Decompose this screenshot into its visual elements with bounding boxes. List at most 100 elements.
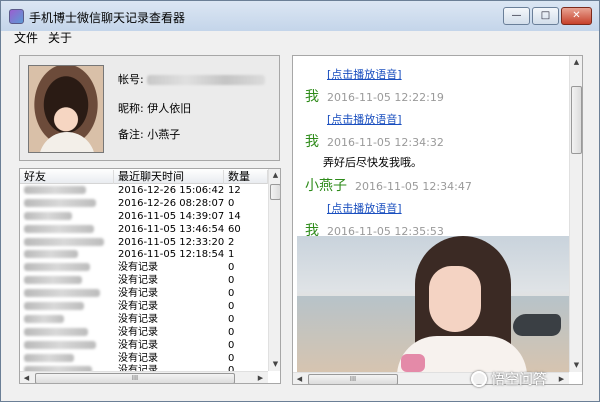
friend-last-time: 没有记录 [118, 262, 158, 274]
friend-name-redacted [24, 288, 110, 301]
friend-row[interactable]: 2016-11-05 12:33:20 2 [20, 237, 268, 250]
friend-message-count: 1 [228, 249, 235, 261]
friend-last-time: 2016-12-26 08:28:07 [118, 197, 225, 209]
friend-last-time: 没有记录 [118, 313, 158, 325]
friend-message-count: 0 [228, 197, 235, 209]
friend-last-time: 没有记录 [118, 301, 158, 313]
window-title: 手机博士微信聊天记录查看器 [29, 11, 186, 25]
friend-row[interactable]: 2016-11-05 13:46:54 60 [20, 224, 268, 237]
friend-list-vscroll-thumb[interactable] [270, 184, 280, 200]
contact-profile-panel: 帐号: 昵称: 伊人依旧 备注: 小燕子 [19, 55, 280, 161]
chevron-right-icon[interactable]: ▶ [555, 373, 568, 384]
watermark-text: 悟空问答 [491, 372, 547, 388]
friend-last-time: 2016-11-05 14:39:07 [118, 210, 225, 222]
friend-name-redacted [24, 249, 110, 262]
chevron-left-icon[interactable]: ◀ [20, 372, 33, 383]
message-time: 2016-11-05 12:34:47 [355, 180, 472, 193]
friend-message-count: 0 [228, 275, 235, 287]
chevron-up-icon[interactable]: ▲ [570, 56, 582, 69]
friend-list-vscrollbar[interactable]: ▲ ▼ [268, 169, 280, 371]
menu-file[interactable]: 文件 [14, 31, 38, 45]
friend-message-count: 0 [228, 313, 235, 325]
friend-name-redacted [24, 275, 110, 288]
message-text: 弄好后尽快发我哦。 [323, 156, 422, 169]
friend-last-time: 没有记录 [118, 339, 158, 351]
voice-message-link[interactable]: [点击播放语音] [327, 200, 402, 216]
friend-row[interactable]: 没有记录 0 [20, 262, 268, 275]
message-sender: 小燕子 [305, 178, 347, 194]
app-icon [9, 9, 24, 24]
friend-last-time: 2016-12-26 15:06:42 [118, 185, 225, 196]
friend-list-hscrollbar[interactable]: ◀ III ▶ [20, 371, 268, 383]
remark-label: 备注: [118, 128, 144, 141]
title-bar[interactable]: 手机博士微信聊天记录查看器 — □ ✕ [1, 1, 599, 31]
friend-row[interactable]: 2016-12-26 08:28:07 0 [20, 198, 268, 211]
header-count[interactable]: 数量 [224, 170, 268, 184]
friend-list-hscroll-thumb[interactable]: III [35, 373, 235, 383]
message-time: 2016-11-05 12:22:19 [327, 91, 444, 104]
nickname-label: 昵称: [118, 102, 144, 115]
header-last-time[interactable]: 最近聊天时间 [114, 170, 224, 184]
voice-message-link[interactable]: [点击播放语音] [327, 66, 402, 82]
message-sender: 我 [305, 89, 319, 105]
message-header: 小燕子 2016-11-05 12:34:47 [305, 175, 472, 195]
nickname-value: 伊人依旧 [147, 102, 192, 115]
friend-row[interactable]: 2016-11-05 12:18:54 1 [20, 249, 268, 262]
friend-message-count: 0 [228, 262, 235, 274]
friend-message-count: 0 [228, 301, 235, 313]
account-value-redacted [147, 75, 266, 85]
maximize-button[interactable]: □ [532, 7, 559, 25]
chevron-up-icon[interactable]: ▲ [269, 169, 280, 182]
chat-vscroll-thumb[interactable] [571, 86, 582, 154]
friend-name-redacted [24, 211, 110, 224]
friend-message-count: 0 [228, 339, 235, 351]
friend-row[interactable]: 没有记录 0 [20, 275, 268, 288]
contact-avatar [28, 65, 104, 153]
menu-bar: 文件 关于 [1, 31, 599, 46]
chevron-right-icon[interactable]: ▶ [254, 372, 267, 383]
friend-name-redacted [24, 327, 110, 340]
friend-name-redacted [24, 314, 110, 327]
friend-last-time: 2016-11-05 12:18:54 [118, 249, 225, 261]
friend-last-time: 没有记录 [118, 326, 158, 338]
friend-last-time: 没有记录 [118, 288, 158, 300]
friend-name-redacted [24, 224, 110, 237]
remark-row: 备注: 小燕子 [118, 126, 180, 142]
friend-name-redacted [24, 301, 110, 314]
friend-message-count: 12 [228, 185, 241, 196]
friend-row[interactable]: 没有记录 0 [20, 288, 268, 301]
chevron-down-icon[interactable]: ▼ [570, 359, 582, 372]
menu-about[interactable]: 关于 [48, 31, 72, 45]
friend-row[interactable]: 没有记录 0 [20, 327, 268, 340]
chevron-down-icon[interactable]: ▼ [269, 358, 280, 371]
friend-list[interactable]: 好友 最近聊天时间 数量 2016-12-26 15:06:42 12 2016-1… [19, 168, 281, 384]
friend-row[interactable]: 没有记录 0 [20, 301, 268, 314]
account-label: 帐号: [118, 73, 144, 86]
friend-name-redacted [24, 262, 110, 275]
friend-name-redacted [24, 237, 110, 250]
chat-history-panel[interactable]: [点击播放语音] 我 2016-11-05 12:22:19 [点击播放语音] 我… [292, 55, 583, 385]
friend-name-redacted [24, 198, 110, 211]
watermark-logo-icon [471, 371, 487, 387]
chat-vscrollbar[interactable]: ▲ ▼ [569, 56, 582, 372]
friend-row[interactable]: 2016-12-26 15:06:42 12 [20, 185, 268, 198]
friend-row[interactable]: 没有记录 0 [20, 314, 268, 327]
app-window: 手机博士微信聊天记录查看器 — □ ✕ 文件 关于 帐号: 昵称: 伊人依旧 备… [0, 0, 600, 402]
remark-value: 小燕子 [147, 128, 181, 141]
friend-name-redacted [24, 340, 110, 353]
message-header: 我 2016-11-05 12:34:32 [305, 131, 444, 151]
close-button[interactable]: ✕ [561, 7, 592, 25]
chat-hscroll-thumb[interactable]: III [308, 374, 398, 384]
image-message[interactable] [297, 236, 571, 372]
friend-row[interactable]: 没有记录 0 [20, 353, 268, 366]
friend-message-count: 60 [228, 223, 241, 235]
voice-message-link[interactable]: [点击播放语音] [327, 111, 402, 127]
friend-name-redacted [24, 353, 110, 366]
friend-message-count: 0 [228, 288, 235, 300]
friend-name-redacted [24, 185, 110, 198]
chevron-left-icon[interactable]: ◀ [293, 373, 306, 384]
header-friend[interactable]: 好友 [20, 170, 114, 184]
minimize-button[interactable]: — [503, 7, 530, 25]
friend-row[interactable]: 没有记录 0 [20, 340, 268, 353]
friend-row[interactable]: 2016-11-05 14:39:07 14 [20, 211, 268, 224]
